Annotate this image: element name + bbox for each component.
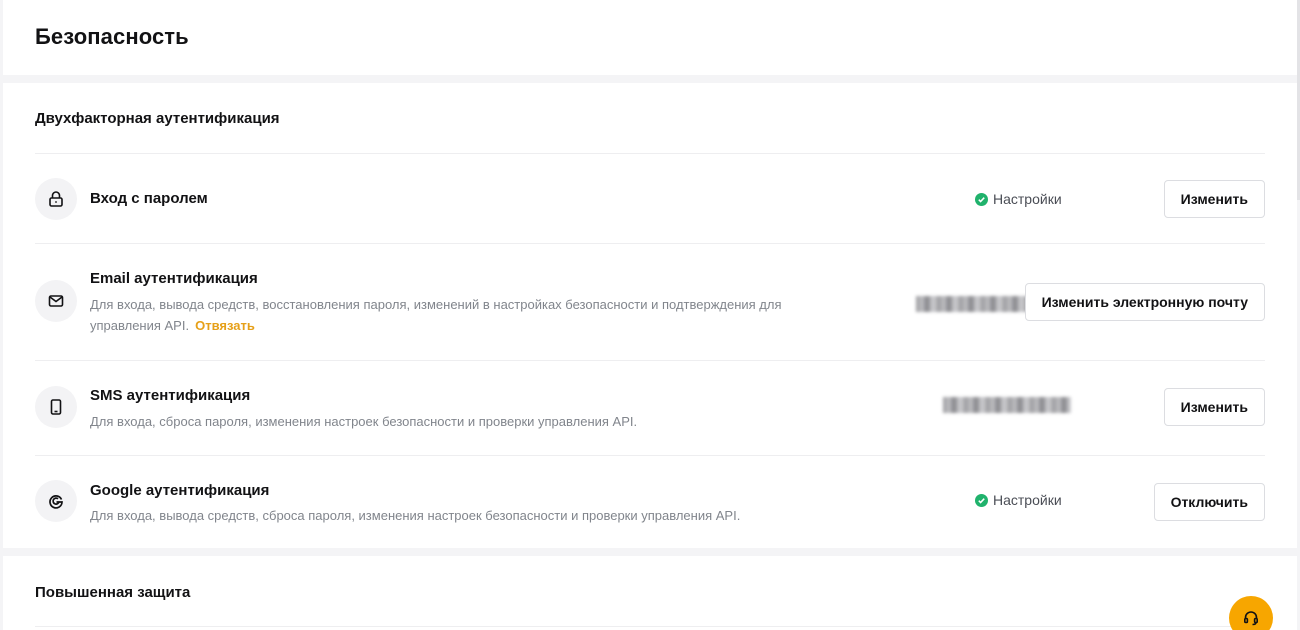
advanced-protection-section: Повышенная защита bbox=[3, 556, 1297, 630]
page-header: Безопасность bbox=[3, 0, 1297, 75]
two-factor-section: Двухфакторная аутентификация Вход с паро… bbox=[3, 83, 1297, 548]
row-title: SMS аутентификация bbox=[90, 387, 251, 404]
page-title: Безопасность bbox=[35, 24, 189, 49]
disable-google-auth-button[interactable]: Отключить bbox=[1153, 483, 1265, 521]
row-description: Для входа, вывода средств, восстановлени… bbox=[90, 297, 782, 333]
row-email-auth: Email аутентификация Для входа, вывода с… bbox=[3, 244, 1297, 360]
row-title: Вход с паролем bbox=[90, 190, 208, 207]
divider bbox=[35, 626, 1265, 627]
status-label: Настройки bbox=[993, 191, 1062, 207]
check-icon bbox=[975, 192, 988, 206]
row-sms-auth: SMS аутентификация Для входа, сброса пар… bbox=[3, 361, 1297, 455]
section-title-advanced: Повышенная защита bbox=[35, 584, 191, 601]
change-email-button[interactable]: Изменить электронную почту bbox=[1024, 283, 1265, 321]
change-password-button[interactable]: Изменить bbox=[1163, 180, 1265, 218]
row-google-auth: Google аутентификация Для входа, вывода … bbox=[3, 456, 1297, 548]
section-title-two-factor: Двухфакторная аутентификация bbox=[35, 110, 280, 127]
check-icon bbox=[975, 493, 988, 507]
change-phone-button[interactable]: Изменить bbox=[1163, 388, 1265, 426]
phone-icon bbox=[35, 386, 77, 428]
unbind-email-link[interactable]: Отвязать bbox=[195, 318, 255, 333]
lock-icon bbox=[35, 178, 77, 220]
mail-icon bbox=[35, 280, 77, 322]
row-title: Google аутентификация bbox=[90, 482, 270, 499]
google-icon bbox=[35, 480, 77, 522]
masked-email bbox=[916, 296, 1032, 312]
status-badge: Настройки bbox=[975, 191, 1062, 207]
status-label: Настройки bbox=[993, 492, 1062, 508]
row-title: Email аутентификация bbox=[90, 270, 258, 287]
status-badge: Настройки bbox=[975, 492, 1062, 508]
row-description: Для входа, вывода средств, сброса пароля… bbox=[90, 508, 741, 523]
row-password-login: Вход с паролем Настройки Изменить bbox=[3, 154, 1297, 243]
masked-phone bbox=[943, 397, 1071, 413]
headset-icon bbox=[1243, 611, 1259, 626]
row-description: Для входа, сброса пароля, изменения наст… bbox=[90, 414, 638, 429]
